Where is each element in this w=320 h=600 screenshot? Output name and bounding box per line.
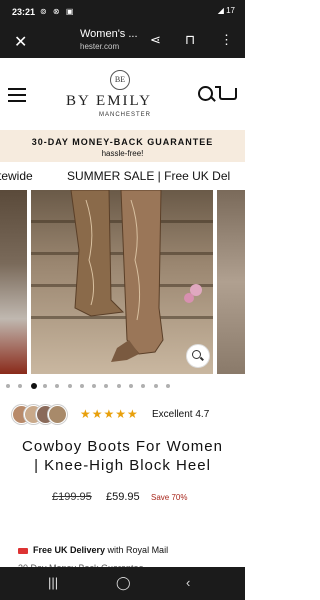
page-title: Women's ... xyxy=(80,28,138,40)
logo-brand[interactable]: BY EMILY xyxy=(66,93,152,110)
status-time: 23:21 xyxy=(12,7,36,17)
gallery-dot[interactable] xyxy=(42,384,47,388)
search-icon[interactable] xyxy=(198,86,213,101)
avatar xyxy=(48,405,67,424)
reviews-summary[interactable]: ★★★★★ Excellent 4.7 xyxy=(12,405,237,425)
product-title: Cowboy Boots For Women | Knee-High Block… xyxy=(22,438,223,474)
gallery-dot[interactable] xyxy=(67,384,72,388)
gallery-image-previous[interactable] xyxy=(0,190,27,374)
price-original: £199.95 xyxy=(52,491,92,503)
guarantee-subtitle: hassle-free! xyxy=(101,149,144,158)
status-bar: 23:21 ⊚ ⊗ ▣ ◢ 17 xyxy=(0,0,245,25)
logo-city: MANCHESTER xyxy=(99,112,152,118)
cart-icon[interactable] xyxy=(215,86,237,100)
guarantee-title: 30-DAY MONEY-BACK GUARANTEE xyxy=(31,137,214,147)
boots-illustration xyxy=(70,190,202,362)
save-badge: Save 70% xyxy=(151,493,188,502)
back-icon[interactable]: ‹ xyxy=(186,575,190,590)
promo-ticker: tewide SUMMER SALE | Free UK Del xyxy=(0,166,245,186)
gallery-dot[interactable] xyxy=(165,384,170,388)
gallery-dot[interactable] xyxy=(30,383,37,389)
gallery-dot[interactable] xyxy=(18,384,23,388)
gallery-dot[interactable] xyxy=(129,384,133,388)
guarantee-banner: 30-DAY MONEY-BACK GUARANTEE hassle-free! xyxy=(0,130,245,162)
gallery-dot[interactable] xyxy=(104,384,109,388)
recents-icon[interactable]: ||| xyxy=(48,575,58,590)
site-header: BE BY EMILY MANCHESTER xyxy=(0,58,245,130)
gallery-dot[interactable] xyxy=(141,384,146,388)
close-icon[interactable]: ✕ xyxy=(14,32,27,52)
gallery-dot[interactable] xyxy=(55,384,60,388)
gallery-image-main[interactable] xyxy=(31,190,213,374)
truck-icon xyxy=(18,547,28,554)
menu-icon[interactable]: ⋮ xyxy=(220,32,233,48)
gallery-dot[interactable] xyxy=(6,384,10,388)
gallery-dot[interactable] xyxy=(153,384,158,388)
zoom-icon[interactable] xyxy=(186,344,210,368)
ticker-text-left: tewide xyxy=(0,169,33,183)
price-sale: £59.95 xyxy=(106,491,140,503)
gallery-dot[interactable] xyxy=(92,384,97,388)
hamburger-menu-icon[interactable] xyxy=(8,88,26,106)
logo-monogram[interactable]: BE xyxy=(110,70,130,90)
rating-stars: ★★★★★ xyxy=(80,407,139,421)
system-navbar: ||| ◯ ‹ xyxy=(0,567,245,600)
gallery-dot[interactable] xyxy=(116,384,121,388)
ticker-text-main: SUMMER SALE | Free UK Del xyxy=(67,169,231,183)
gallery-pagination xyxy=(0,383,245,391)
gallery-dot[interactable] xyxy=(79,384,84,388)
bookmark-icon[interactable]: ⊓ xyxy=(185,32,195,48)
notification-icons: ⊚ ⊗ ▣ xyxy=(40,7,76,16)
battery-indicator: ◢ 17 xyxy=(217,6,235,15)
rating-label: Excellent 4.7 xyxy=(152,409,210,420)
browser-toolbar: ✕ Women's ... hester.com ⋖ ⊓ ⋮ xyxy=(0,25,245,58)
page-url[interactable]: hester.com xyxy=(80,42,119,51)
delivery-info: Free UK Delivery with Royal Mail xyxy=(18,545,168,555)
share-icon[interactable]: ⋖ xyxy=(150,32,161,48)
home-icon[interactable]: ◯ xyxy=(116,575,131,591)
product-gallery[interactable] xyxy=(0,190,245,374)
gallery-image-next[interactable] xyxy=(217,190,245,374)
